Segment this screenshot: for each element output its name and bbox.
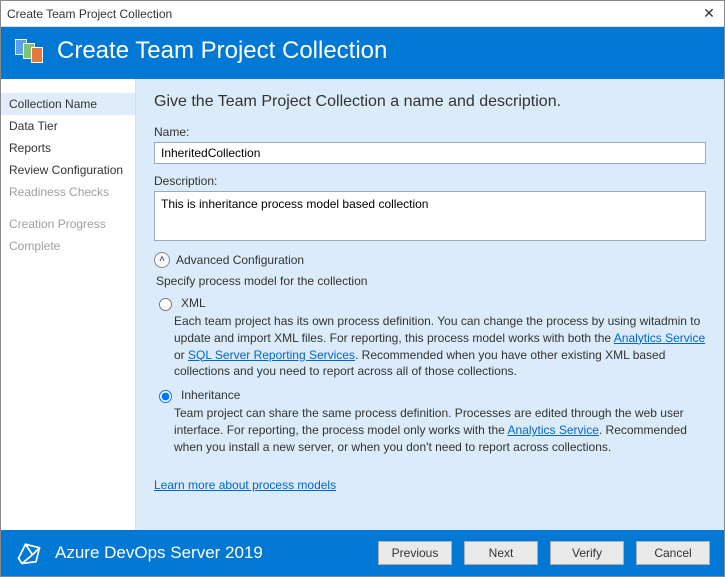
- advanced-configuration-toggle[interactable]: ˄ Advanced Configuration: [154, 252, 706, 268]
- step-review-configuration[interactable]: Review Configuration: [1, 159, 135, 181]
- step-readiness-checks: Readiness Checks: [1, 181, 135, 203]
- wizard-body: Collection Name Data Tier Reports Review…: [1, 79, 724, 530]
- cancel-button[interactable]: Cancel: [636, 541, 710, 565]
- footer-brand: Azure DevOps Server 2019: [15, 539, 366, 567]
- analytics-service-link-2[interactable]: Analytics Service: [508, 423, 599, 437]
- banner-heading: Create Team Project Collection: [57, 37, 387, 65]
- main-panel: Give the Team Project Collection a name …: [136, 79, 724, 530]
- footer: Azure DevOps Server 2019 Previous Next V…: [1, 530, 724, 576]
- description-input[interactable]: This is inheritance process model based …: [154, 191, 706, 241]
- description-label: Description:: [154, 174, 706, 188]
- banner: Create Team Project Collection: [1, 27, 724, 79]
- learn-more-link[interactable]: Learn more about process models: [154, 478, 336, 492]
- advanced-configuration-label: Advanced Configuration: [176, 253, 304, 267]
- wizard-steps-sidebar: Collection Name Data Tier Reports Review…: [1, 79, 136, 530]
- analytics-service-link[interactable]: Analytics Service: [614, 331, 705, 345]
- inheritance-radio[interactable]: [159, 390, 172, 403]
- inheritance-description: Team project can share the same process …: [174, 405, 706, 455]
- step-creation-progress: Creation Progress: [1, 213, 135, 235]
- xml-description: Each team project has its own process de…: [174, 313, 706, 380]
- previous-button[interactable]: Previous: [378, 541, 452, 565]
- name-input[interactable]: [154, 142, 706, 164]
- close-icon[interactable]: ✕: [700, 5, 718, 22]
- titlebar: Create Team Project Collection ✕: [1, 1, 724, 27]
- specify-process-model-label: Specify process model for the collection: [156, 274, 706, 288]
- page-title: Give the Team Project Collection a name …: [154, 93, 706, 111]
- step-reports[interactable]: Reports: [1, 137, 135, 159]
- verify-button[interactable]: Verify: [550, 541, 624, 565]
- sql-server-reporting-services-link[interactable]: SQL Server Reporting Services: [188, 348, 355, 362]
- step-complete: Complete: [1, 235, 135, 257]
- xml-radio-label: XML: [181, 296, 206, 310]
- process-model-xml-option[interactable]: XML: [154, 296, 706, 311]
- collection-logo-icon: [15, 39, 45, 63]
- azure-devops-icon: [15, 539, 43, 567]
- wizard-window: Create Team Project Collection ✕ Create …: [0, 0, 725, 577]
- name-label: Name:: [154, 125, 706, 139]
- inheritance-radio-label: Inheritance: [181, 388, 240, 402]
- chevron-up-icon: ˄: [154, 252, 170, 268]
- next-button[interactable]: Next: [464, 541, 538, 565]
- process-model-inheritance-option[interactable]: Inheritance: [154, 388, 706, 403]
- window-title: Create Team Project Collection: [7, 7, 700, 21]
- footer-brand-text: Azure DevOps Server 2019: [55, 543, 263, 563]
- xml-radio[interactable]: [159, 298, 172, 311]
- step-collection-name[interactable]: Collection Name: [1, 93, 135, 115]
- step-data-tier[interactable]: Data Tier: [1, 115, 135, 137]
